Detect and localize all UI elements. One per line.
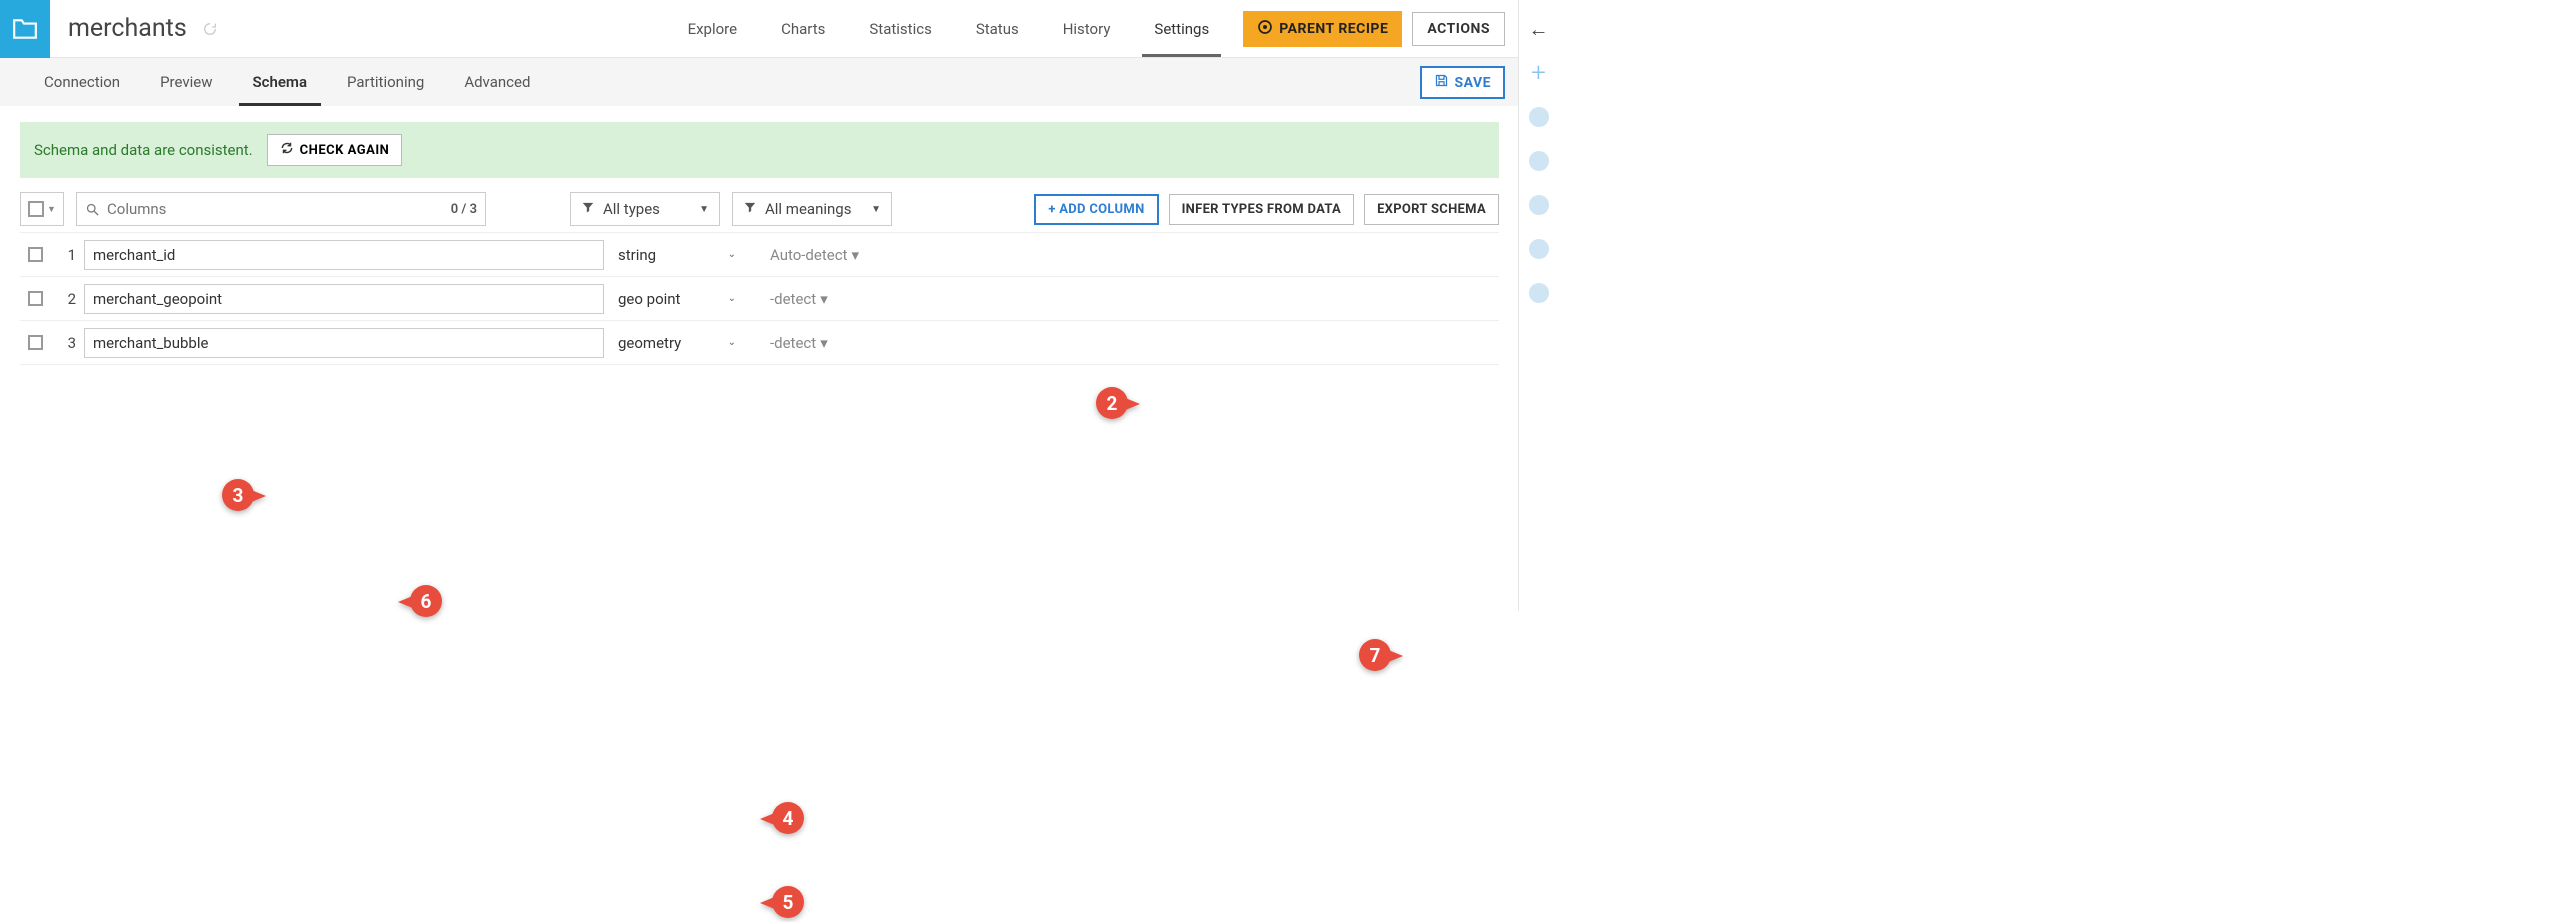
- nav-history[interactable]: History: [1041, 0, 1133, 57]
- chevron-down-icon: ▾: [820, 290, 828, 308]
- dataset-title: merchants: [68, 14, 187, 43]
- checkbox-icon: [28, 335, 43, 350]
- column-type-label: geometry: [618, 334, 681, 352]
- row-checkbox[interactable]: [20, 247, 50, 262]
- check-again-label: CHECK AGAIN: [300, 143, 390, 158]
- check-again-button[interactable]: CHECK AGAIN: [267, 134, 403, 166]
- nav-settings[interactable]: Settings: [1132, 0, 1231, 57]
- subtab-advanced[interactable]: Advanced: [444, 58, 550, 106]
- dataset-folder-icon: [0, 0, 50, 58]
- chevron-down-icon: ⌄: [728, 293, 736, 304]
- schema-toolbar: ▼ 0 / 3 All types ▼ All meanings ▼ + ADD…: [20, 192, 1499, 226]
- list-icon[interactable]: [1528, 150, 1550, 172]
- callout-4: 4: [760, 798, 808, 838]
- column-type-select[interactable]: string ⌄: [618, 246, 736, 264]
- row-checkbox[interactable]: [20, 335, 50, 350]
- consistency-banner: Schema and data are consistent. CHECK AG…: [20, 122, 1499, 178]
- types-filter[interactable]: All types ▼: [570, 192, 720, 226]
- meanings-filter-label: All meanings: [765, 200, 851, 218]
- column-name-input[interactable]: [84, 328, 604, 358]
- callout-2: 2: [1092, 383, 1140, 423]
- row-checkbox[interactable]: [20, 291, 50, 306]
- add-column-button[interactable]: + ADD COLUMN: [1034, 194, 1158, 225]
- row-index: 3: [50, 334, 76, 352]
- save-button[interactable]: SAVE: [1420, 66, 1506, 99]
- parent-recipe-label: PARENT RECIPE: [1279, 21, 1388, 37]
- callout-6: 6: [398, 581, 446, 621]
- callout-3: 3: [218, 475, 266, 515]
- nav-charts[interactable]: Charts: [759, 0, 847, 57]
- column-counter: 0 / 3: [451, 202, 485, 217]
- callout-5: 5: [760, 882, 808, 922]
- subtab-preview[interactable]: Preview: [140, 58, 232, 106]
- column-meaning-select[interactable]: -detect ▾: [770, 334, 828, 352]
- actions-button[interactable]: ACTIONS: [1412, 12, 1505, 46]
- subtab-partitioning[interactable]: Partitioning: [327, 58, 444, 106]
- chevron-down-icon: ▾: [851, 246, 859, 264]
- chevron-down-icon: ⌄: [728, 249, 736, 260]
- nav-status[interactable]: Status: [954, 0, 1041, 57]
- chevron-down-icon: ▼: [699, 204, 709, 215]
- export-schema-button[interactable]: EXPORT SCHEMA: [1364, 194, 1499, 225]
- top-nav: Explore Charts Statistics Status History…: [666, 0, 1505, 57]
- column-meaning-label: -detect: [770, 334, 816, 352]
- select-all-checkbox[interactable]: ▼: [20, 192, 64, 226]
- plus-icon[interactable]: +: [1528, 62, 1550, 84]
- parent-recipe-button[interactable]: PARENT RECIPE: [1243, 11, 1402, 47]
- column-type-select[interactable]: geometry ⌄: [618, 334, 736, 352]
- chevron-down-icon: ▼: [871, 204, 881, 215]
- nav-statistics[interactable]: Statistics: [847, 0, 953, 57]
- types-filter-label: All types: [603, 200, 660, 218]
- column-type-label: string: [618, 246, 656, 264]
- refresh-icon: [280, 141, 294, 159]
- banner-text: Schema and data are consistent.: [34, 141, 253, 159]
- chevron-down-icon: ⌄: [728, 337, 736, 348]
- schema-row: 2 geo point ⌄ -detect ▾: [20, 277, 1499, 321]
- checkbox-icon: [28, 291, 43, 306]
- filter-icon: [743, 200, 757, 218]
- info-icon[interactable]: [1528, 106, 1550, 128]
- schema-row: 3 geometry ⌄ -detect ▾: [20, 321, 1499, 365]
- subtab-bar: Connection Preview Schema Partitioning A…: [0, 58, 1519, 106]
- subtab-schema[interactable]: Schema: [233, 58, 328, 106]
- history-icon[interactable]: [1528, 238, 1550, 260]
- column-meaning-label: Auto-detect: [770, 246, 847, 264]
- filter-icon: [581, 200, 595, 218]
- subtab-connection[interactable]: Connection: [24, 58, 140, 106]
- nav-explore[interactable]: Explore: [666, 0, 760, 57]
- search-icon: [77, 202, 107, 217]
- column-name-input[interactable]: [84, 284, 604, 314]
- column-name-input[interactable]: [84, 240, 604, 270]
- refresh-icon[interactable]: [199, 18, 221, 40]
- column-meaning-select[interactable]: -detect ▾: [770, 290, 828, 308]
- recipe-icon: [1257, 19, 1273, 39]
- checkbox-icon: [28, 247, 43, 262]
- schema-table: 1 string ⌄ Auto-detect ▾ 2 geo point ⌄ -…: [20, 232, 1499, 365]
- right-rail: ← +: [1518, 0, 1558, 611]
- row-index: 2: [50, 290, 76, 308]
- meanings-filter[interactable]: All meanings ▼: [732, 192, 892, 226]
- header-bar: merchants Explore Charts Statistics Stat…: [0, 0, 1519, 58]
- column-type-label: geo point: [618, 290, 680, 308]
- search-input[interactable]: [107, 200, 445, 218]
- back-arrow-icon[interactable]: ←: [1528, 18, 1550, 40]
- save-icon: [1434, 73, 1449, 92]
- callout-7: 7: [1355, 635, 1403, 675]
- chevron-down-icon: ▾: [820, 334, 828, 352]
- save-label: SAVE: [1455, 75, 1492, 91]
- row-index: 1: [50, 246, 76, 264]
- column-meaning-label: -detect: [770, 290, 816, 308]
- column-type-select[interactable]: geo point ⌄: [618, 290, 736, 308]
- clock-icon[interactable]: [1528, 282, 1550, 304]
- column-meaning-select[interactable]: Auto-detect ▾: [770, 246, 859, 264]
- column-search[interactable]: 0 / 3: [76, 192, 486, 226]
- chevron-down-icon: ▼: [47, 204, 56, 215]
- chat-icon[interactable]: [1528, 194, 1550, 216]
- infer-types-button[interactable]: INFER TYPES FROM DATA: [1169, 194, 1355, 225]
- checkbox-icon: [28, 201, 44, 217]
- schema-row: 1 string ⌄ Auto-detect ▾: [20, 233, 1499, 277]
